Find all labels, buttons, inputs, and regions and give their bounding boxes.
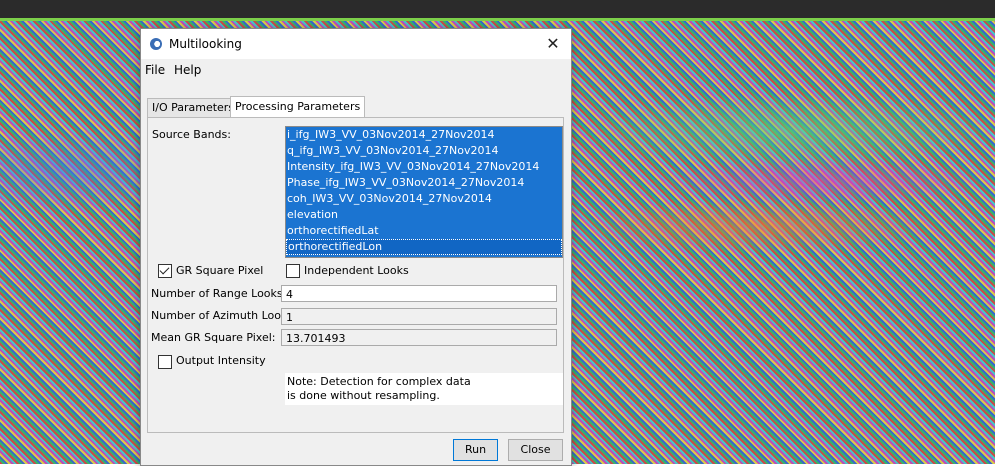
independent-looks-checkbox[interactable] xyxy=(286,264,300,278)
menu-file[interactable]: File xyxy=(145,63,165,77)
source-bands-label: Source Bands: xyxy=(152,128,231,141)
menu-bar: File Help xyxy=(141,59,571,81)
dialog-title: Multilooking xyxy=(169,37,242,51)
list-item[interactable]: orthorectifiedLon xyxy=(286,239,562,255)
list-item[interactable]: Intensity_ifg_IW3_VV_03Nov2014_27Nov2014 xyxy=(286,159,562,175)
multilooking-dialog: Multilooking ✕ File Help I/O Parameters … xyxy=(140,28,572,466)
mean-gr-square-pixel-label: Mean GR Square Pixel: xyxy=(151,331,276,344)
output-intensity-label: Output Intensity xyxy=(176,354,266,367)
output-intensity-checkbox[interactable] xyxy=(158,355,172,369)
close-button[interactable]: Close xyxy=(508,439,563,461)
dialog-titlebar[interactable]: Multilooking ✕ xyxy=(141,29,571,59)
tab-processing-parameters[interactable]: Processing Parameters xyxy=(230,96,366,117)
gr-square-pixel-checkbox[interactable] xyxy=(158,264,172,278)
range-looks-label: Number of Range Looks: xyxy=(151,287,287,300)
independent-looks-label: Independent Looks xyxy=(304,264,409,277)
top-window-bar xyxy=(0,0,995,18)
list-item[interactable]: i_ifg_IW3_VV_03Nov2014_27Nov2014 xyxy=(286,127,562,143)
close-icon[interactable]: ✕ xyxy=(541,32,565,56)
snap-app-icon xyxy=(150,38,162,50)
list-item[interactable]: orthorectifiedLat xyxy=(286,223,562,239)
azimuth-looks-label: Number of Azimuth Looks: xyxy=(151,309,297,322)
detection-note: Note: Detection for complex data is done… xyxy=(285,373,563,405)
run-button[interactable]: Run xyxy=(453,439,498,461)
note-line: is done without resampling. xyxy=(287,389,440,402)
gr-square-pixel-label: GR Square Pixel xyxy=(176,264,264,277)
range-looks-field[interactable]: 4 xyxy=(281,285,557,302)
azimuth-looks-field: 1 xyxy=(281,308,557,325)
tab-io-parameters[interactable]: I/O Parameters xyxy=(147,98,240,117)
list-item[interactable]: q_ifg_IW3_VV_03Nov2014_27Nov2014 xyxy=(286,143,562,159)
list-item[interactable]: coh_IW3_VV_03Nov2014_27Nov2014 xyxy=(286,191,562,207)
source-bands-list[interactable]: i_ifg_IW3_VV_03Nov2014_27Nov2014 q_ifg_I… xyxy=(285,126,563,258)
menu-help[interactable]: Help xyxy=(174,63,201,77)
mean-gr-square-pixel-field: 13.701493 xyxy=(281,329,557,346)
list-item[interactable]: elevation xyxy=(286,207,562,223)
list-item[interactable]: Phase_ifg_IW3_VV_03Nov2014_27Nov2014 xyxy=(286,175,562,191)
processing-parameters-panel: Source Bands: i_ifg_IW3_VV_03Nov2014_27N… xyxy=(147,117,564,433)
note-line: Note: Detection for complex data xyxy=(287,375,471,388)
